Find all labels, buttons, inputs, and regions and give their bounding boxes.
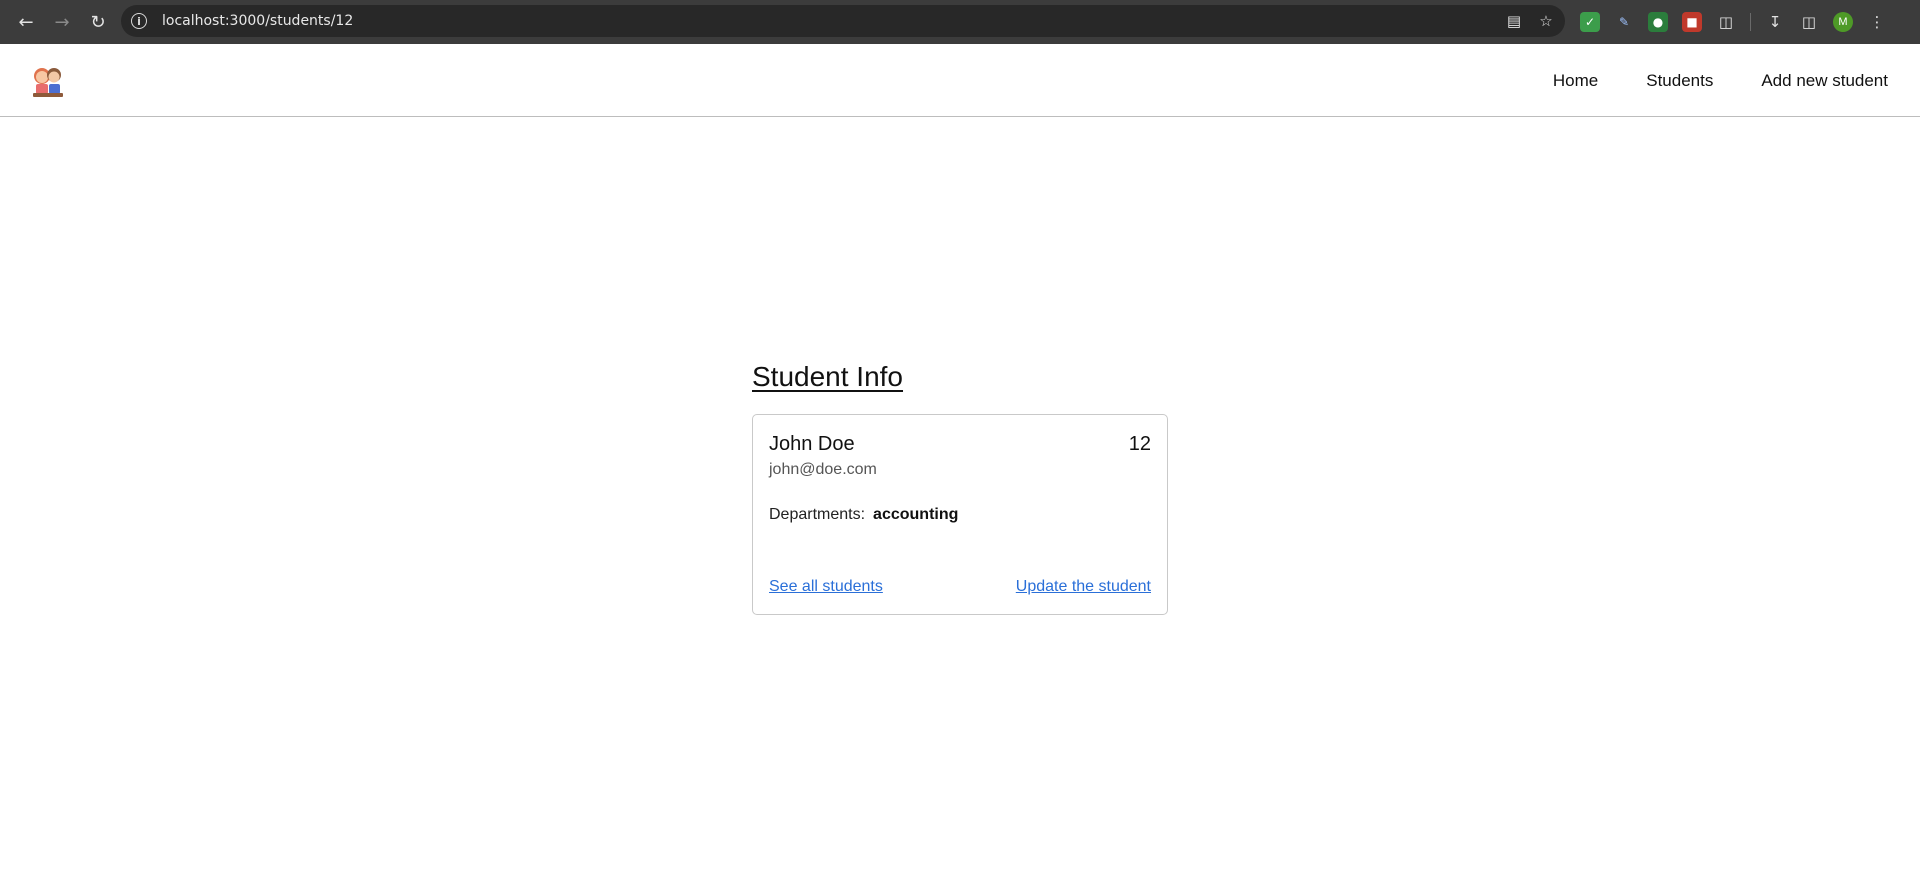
nav-links: Home Students Add new student: [1553, 44, 1888, 117]
shield-extension-icon[interactable]: ✓: [1580, 12, 1600, 32]
forward-icon[interactable]: →: [44, 4, 80, 40]
side-panel-icon[interactable]: ◫: [1799, 12, 1819, 32]
student-email: john@doe.com: [769, 461, 877, 478]
student-departments: Departments: accounting: [769, 506, 958, 524]
back-icon[interactable]: ←: [8, 4, 44, 40]
browser-nav-buttons: ← → ↻: [8, 4, 116, 40]
students-logo-icon[interactable]: [30, 62, 68, 100]
bookmark-star-icon[interactable]: ☆: [1537, 12, 1555, 30]
menu-dots-icon[interactable]: ⋮: [1867, 12, 1887, 32]
student-name: John Doe: [769, 433, 855, 455]
reload-icon[interactable]: ↻: [80, 4, 116, 40]
page-title: Student Info: [752, 361, 904, 392]
extensions-area: ✓ ✎ ● ■ ◫ ↧ ◫ M ⋮: [1580, 8, 1887, 36]
departments-label: Departments:: [769, 506, 866, 523]
update-student-link[interactable]: Update the student: [1016, 578, 1151, 596]
student-card: John Doe 12 john@doe.com Departments: ac…: [752, 414, 1168, 615]
address-bar-actions: ▤ ☆: [1505, 5, 1555, 37]
nav-link-students[interactable]: Students: [1646, 71, 1713, 91]
nav-link-add-new-student[interactable]: Add new student: [1761, 71, 1888, 91]
red-extension-icon[interactable]: ■: [1682, 12, 1702, 32]
puzzle-extensions-icon[interactable]: ◫: [1716, 12, 1736, 32]
see-all-students-link[interactable]: See all students: [769, 578, 883, 596]
eyedropper-extension-icon[interactable]: ✎: [1614, 12, 1634, 32]
install-app-icon[interactable]: ▤: [1505, 12, 1523, 30]
address-bar[interactable]: i localhost:3000/students/12 ▤ ☆: [121, 5, 1565, 37]
site-info-icon[interactable]: i: [131, 13, 147, 29]
colorful-extension-icon[interactable]: ●: [1648, 12, 1668, 32]
download-icon[interactable]: ↧: [1765, 12, 1785, 32]
browser-toolbar: ← → ↻ i localhost:3000/students/12 ▤ ☆ ✓…: [0, 0, 1920, 44]
nav-link-home[interactable]: Home: [1553, 71, 1598, 91]
profile-avatar[interactable]: M: [1833, 12, 1853, 32]
address-url[interactable]: localhost:3000/students/12: [162, 13, 353, 29]
site-navbar: Home Students Add new student: [0, 44, 1920, 117]
toolbar-separator: [1750, 13, 1751, 31]
student-id: 12: [1128, 433, 1151, 455]
departments-value: accounting: [873, 506, 959, 523]
